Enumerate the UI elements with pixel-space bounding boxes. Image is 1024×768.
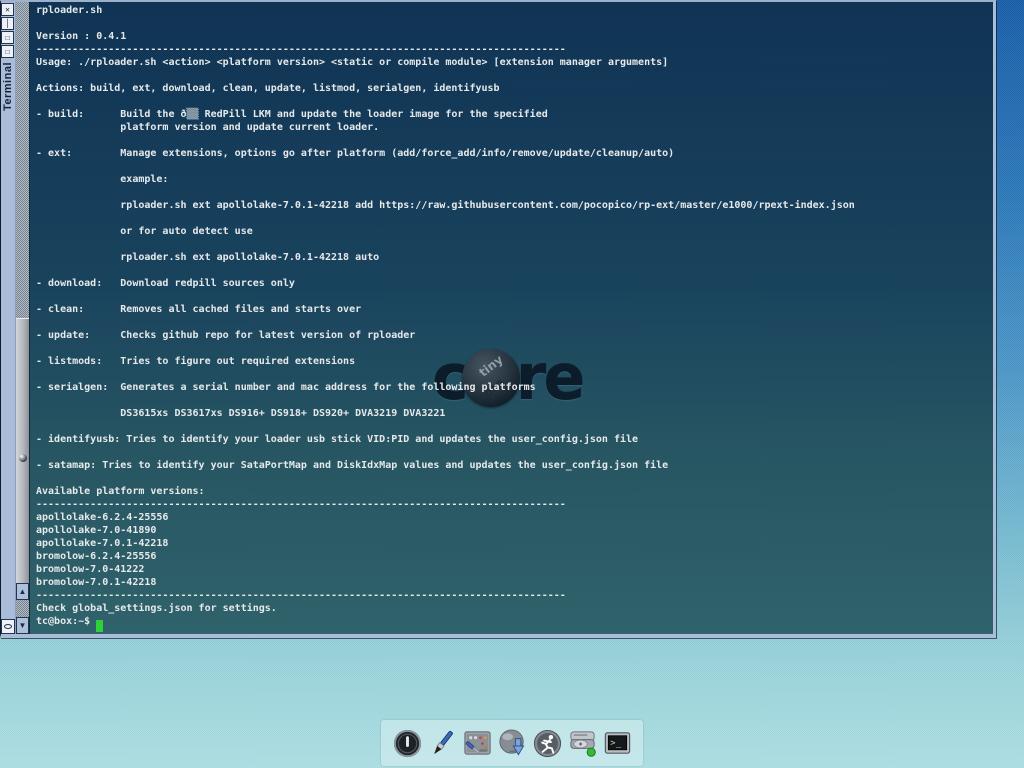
terminal-window: ✕ │ ☐ ☐ Terminal ▲ ▼ c tiny core: [0, 0, 996, 638]
shade-button[interactable]: │: [1, 17, 14, 30]
window-title: Terminal: [1, 62, 16, 111]
iconify-corner-button[interactable]: [1, 619, 15, 634]
wbar-dock: > _: [381, 720, 643, 766]
maximize-button[interactable]: ☐: [1, 31, 14, 44]
apps-icon[interactable]: [495, 725, 529, 761]
terminal-content[interactable]: c tiny core re rploader.sh Version : 0.4…: [30, 2, 993, 634]
svg-text:>: >: [610, 738, 615, 748]
exit-icon[interactable]: [390, 725, 424, 761]
iconify-icon: [4, 624, 12, 629]
run-icon[interactable]: [530, 725, 564, 761]
terminal-output: rploader.sh Version : 0.4.1 ------------…: [36, 4, 855, 628]
paint-icon[interactable]: [425, 725, 459, 761]
desktop-wallpaper: ✕ │ ☐ ☐ Terminal ▲ ▼ c tiny core: [0, 0, 1024, 768]
scrollbar-thumb[interactable]: [16, 318, 29, 597]
close-button[interactable]: ✕: [1, 3, 14, 16]
terminal-scrollbar[interactable]: ▲ ▼: [16, 2, 30, 634]
terminal-icon[interactable]: > _: [600, 725, 634, 761]
control-panel-icon[interactable]: [460, 725, 494, 761]
terminal-cursor: [96, 620, 103, 632]
window-titlebar[interactable]: ✕ │ ☐ ☐ Terminal: [1, 2, 16, 634]
mount-icon[interactable]: [565, 725, 599, 761]
scroll-down-button[interactable]: ▼: [16, 617, 29, 634]
svg-text:_: _: [616, 738, 622, 748]
scrollbar-dimple-icon: [19, 454, 27, 462]
scroll-up-button[interactable]: ▲: [16, 583, 29, 600]
resize-button[interactable]: ☐: [1, 45, 14, 58]
